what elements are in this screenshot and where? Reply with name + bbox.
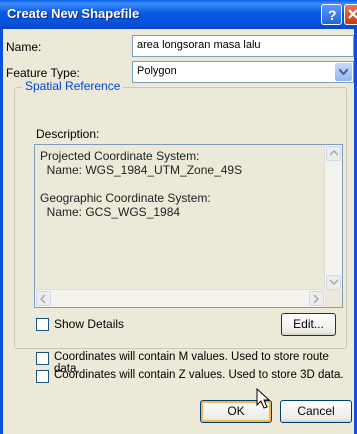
scrollbar-corner xyxy=(325,290,342,307)
chevron-up-icon xyxy=(330,150,338,156)
feature-type-value: Polygon xyxy=(137,65,177,77)
scroll-right-button[interactable] xyxy=(309,291,324,306)
edit-button[interactable]: Edit... xyxy=(281,313,336,336)
svg-text:?: ? xyxy=(328,7,337,23)
scroll-up-button[interactable] xyxy=(326,146,341,161)
z-values-checkbox[interactable] xyxy=(36,370,49,383)
show-details-label: Show Details xyxy=(54,317,125,331)
show-details-checkbox[interactable] xyxy=(36,318,49,331)
close-icon xyxy=(348,9,357,19)
chevron-right-icon xyxy=(313,295,319,303)
m-values-checkbox[interactable] xyxy=(36,352,49,365)
chevron-down-icon xyxy=(330,279,338,285)
feature-type-select[interactable]: Polygon xyxy=(132,61,354,83)
chevron-left-icon xyxy=(40,295,46,303)
window-title: Create New Shapefile xyxy=(7,6,140,21)
close-button[interactable] xyxy=(344,4,357,25)
vertical-scrollbar[interactable] xyxy=(324,145,342,291)
description-box[interactable]: Projected Coordinate System: Name: WGS_1… xyxy=(34,144,343,308)
name-label: Name: xyxy=(6,40,42,54)
description-text: Projected Coordinate System: Name: WGS_1… xyxy=(40,149,243,219)
help-button[interactable]: ? xyxy=(321,4,342,25)
question-icon: ? xyxy=(328,7,337,23)
description-label: Description: xyxy=(36,127,100,141)
name-input-value: area longsoran masa lalu xyxy=(137,39,261,51)
z-values-label: Coordinates will contain Z values. Used … xyxy=(54,369,344,381)
cancel-button[interactable]: Cancel xyxy=(280,400,352,423)
feature-type-label: Feature Type: xyxy=(6,66,80,80)
chevron-down-icon xyxy=(339,69,348,75)
spatial-reference-title: Spatial Reference xyxy=(22,79,124,93)
title-bar[interactable]: Create New Shapefile ? xyxy=(0,0,357,29)
horizontal-scrollbar[interactable] xyxy=(35,289,325,307)
scroll-left-button[interactable] xyxy=(36,291,51,306)
dropdown-arrow-button[interactable] xyxy=(335,63,352,81)
name-input[interactable]: area longsoran masa lalu xyxy=(132,35,354,57)
mouse-cursor-icon xyxy=(256,388,270,409)
scroll-down-button[interactable] xyxy=(326,275,341,290)
